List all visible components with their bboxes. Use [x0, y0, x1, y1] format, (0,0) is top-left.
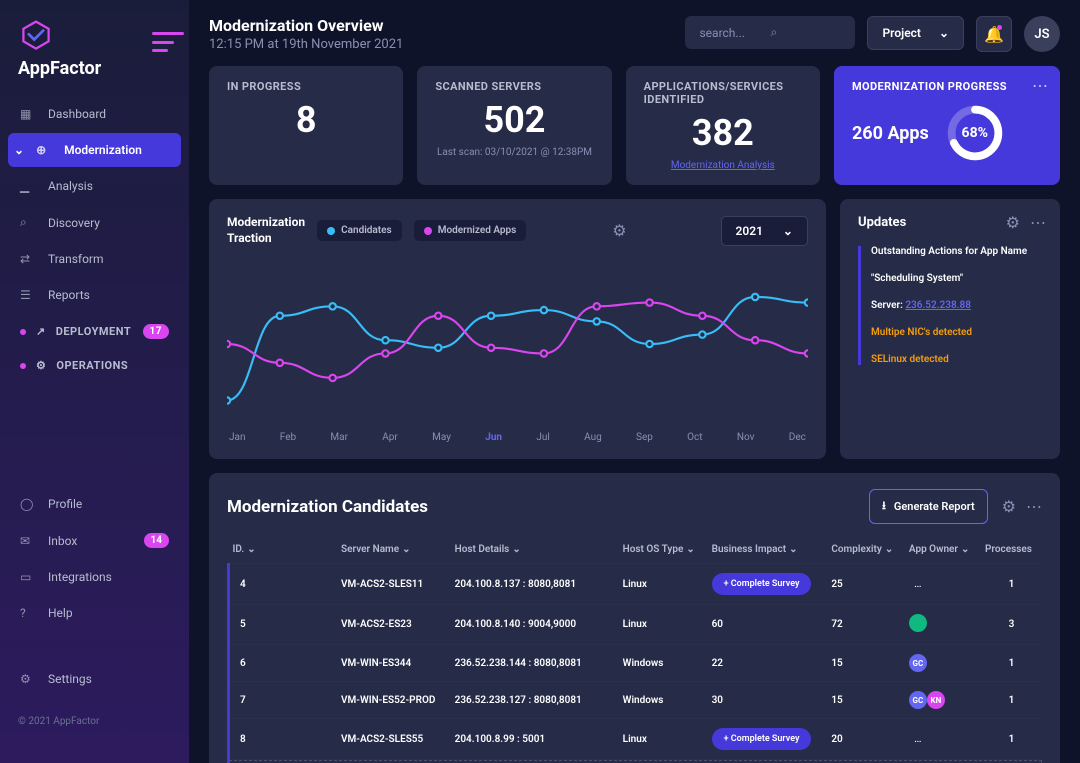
sidebar-section-operations[interactable]: ⚙OPERATIONS [8, 349, 181, 382]
col-os[interactable]: Host OS Type⌄ [619, 536, 708, 564]
card-menu-icon[interactable]: ⋯ [1032, 76, 1048, 95]
col-processes[interactable]: Processes [981, 536, 1042, 564]
chevron-down-icon: ⌄ [247, 544, 255, 555]
update-warning: SELinux detected [871, 354, 1042, 365]
update-item: "Scheduling System" [871, 273, 1042, 284]
year-selector[interactable]: 2021⌄ [721, 216, 808, 246]
table-row[interactable]: 7VM-WIN-ES52-PROD236.52.238.127 : 8080,8… [229, 682, 1043, 719]
deployment-badge: 17 [143, 324, 169, 339]
generate-report-button[interactable]: ⭳Generate Report [869, 489, 988, 524]
chevron-down-icon: ⌄ [789, 544, 797, 555]
chevron-down-icon: ⌄ [14, 143, 24, 157]
card-scanned-servers: SCANNED SERVERS 502 Last scan: 03/10/202… [417, 66, 611, 185]
col-impact[interactable]: Business Impact⌄ [708, 536, 828, 564]
mail-icon: ✉ [20, 534, 36, 548]
help-icon: ? [20, 606, 36, 620]
more-icon[interactable]: ⋯ [1026, 497, 1042, 516]
progress-donut: 68% [947, 105, 1003, 161]
card-in-progress: IN PROGRESS 8 [209, 66, 403, 185]
chart-title: Modernization Traction [227, 215, 305, 246]
sidebar-item-transform[interactable]: ⇄Transform [8, 242, 181, 276]
sidebar-item-dashboard[interactable]: ▦Dashboard [8, 97, 181, 131]
sidebar-item-settings[interactable]: ⚙Settings [8, 662, 181, 696]
table-row[interactable]: 6VM-WIN-ES344236.52.238.144 : 8080,8081W… [229, 645, 1043, 682]
card-progress: ⋯ MODERNIZATION PROGRESS 260 Apps 68% [834, 66, 1060, 185]
update-item: Outstanding Actions for App Name [871, 246, 1042, 257]
chart-icon: ▁ [20, 179, 36, 193]
sidebar-item-analysis[interactable]: ▁Analysis [8, 169, 181, 203]
chevron-down-icon: ⌄ [402, 544, 410, 555]
chevron-down-icon: ⌄ [961, 544, 969, 555]
col-owner[interactable]: App Owner⌄ [905, 536, 981, 564]
deploy-icon: ↗ [36, 325, 46, 338]
grid-icon: ▦ [20, 107, 36, 121]
sidebar-item-discovery[interactable]: ⌕Discovery [8, 205, 181, 240]
page-subtitle: 12:15 PM at 19th November 2021 [209, 37, 673, 52]
sidebar-item-help[interactable]: ?Help [8, 596, 181, 630]
chevron-down-icon: ⌄ [783, 224, 793, 238]
brand-name: AppFactor [18, 58, 171, 79]
update-warning: Multipe NIC's detected [871, 327, 1042, 338]
col-id[interactable]: ID.⌄ [229, 536, 338, 564]
user-avatar[interactable]: JS [1024, 16, 1060, 52]
sidebar-item-modernization[interactable]: ⌄⊕Modernization [8, 133, 181, 167]
legend-candidates[interactable]: Candidates [317, 220, 402, 241]
notifications-button[interactable]: 🔔 [976, 16, 1012, 52]
dot-icon [20, 329, 26, 335]
search-input[interactable]: search...⌕ [685, 16, 855, 49]
menu-toggle-icon[interactable] [152, 32, 184, 52]
complete-survey-button[interactable]: + Complete Survey [712, 573, 812, 595]
chevron-down-icon: ⌄ [885, 544, 893, 555]
chevron-down-icon: ⌄ [939, 26, 949, 40]
sidebar-item-inbox[interactable]: ✉Inbox14 [8, 523, 181, 558]
sidebar-item-profile[interactable]: ◯Profile [8, 487, 181, 521]
sidebar-item-reports[interactable]: ☰Reports [8, 278, 181, 312]
chart-x-axis: JanFebMarAprMayJunJulAugSepOctNovDec [227, 432, 808, 443]
more-icon[interactable]: ⋯ [1030, 213, 1046, 232]
sidebar-section-deployment[interactable]: ↗DEPLOYMENT17 [8, 314, 181, 349]
table-panel: Modernization Candidates ⭳Generate Repor… [209, 473, 1060, 763]
chevron-down-icon: ⌄ [512, 544, 520, 555]
progress-apps-label: 260 Apps [852, 123, 929, 144]
chart-settings-icon[interactable]: ⚙ [612, 221, 626, 240]
table-title: Modernization Candidates [227, 497, 428, 517]
project-selector[interactable]: Project⌄ [867, 16, 964, 50]
report-icon: ☰ [20, 288, 36, 302]
table-row[interactable]: 4VM-ACS2-SLES11204.100.8.137 : 8080,8081… [229, 564, 1043, 605]
update-item: Server: 236.52.238.88 [871, 300, 1042, 311]
puzzle-icon: ▭ [20, 570, 36, 584]
copyright-text: © 2021 AppFactor [0, 698, 189, 745]
dot-icon [20, 363, 26, 369]
gear-icon: ⚙ [20, 672, 36, 686]
logo-icon [18, 18, 171, 54]
modernization-analysis-link[interactable]: Modernization Analysis [644, 160, 802, 171]
gear-icon[interactable]: ⚙ [1002, 497, 1016, 516]
chart-canvas [227, 264, 808, 424]
server-ip-link[interactable]: 236.52.238.88 [905, 300, 971, 311]
user-icon: ◯ [20, 497, 36, 511]
chart-panel: Modernization Traction Candidates Modern… [209, 199, 826, 459]
bell-icon: 🔔 [984, 25, 1004, 44]
card-applications: APPLICATIONS/SERVICES IDENTIFIED 382 Mod… [626, 66, 820, 185]
inbox-badge: 14 [144, 533, 169, 548]
transform-icon: ⇄ [20, 252, 36, 266]
col-complexity[interactable]: Complexity⌄ [827, 536, 905, 564]
chevron-down-icon: ⌄ [686, 544, 694, 555]
sidebar-item-integrations[interactable]: ▭Integrations [8, 560, 181, 594]
search-placeholder: search... [699, 26, 770, 40]
search-icon: ⌕ [20, 215, 36, 230]
updates-panel: ⚙⋯ Updates Outstanding Actions for App N… [840, 199, 1060, 459]
table-row[interactable]: 5VM-ACS2-ES23204.100.8.140 : 9004,9000Li… [229, 605, 1043, 645]
gear-icon[interactable]: ⚙ [1006, 213, 1020, 232]
legend-modernized[interactable]: Modernized Apps [414, 220, 527, 241]
search-icon: ⌕ [770, 25, 841, 40]
download-icon: ⭳ [882, 497, 886, 516]
complete-survey-button[interactable]: + Complete Survey [712, 728, 812, 750]
page-title: Modernization Overview [209, 16, 673, 35]
ops-icon: ⚙ [36, 359, 46, 372]
col-host[interactable]: Host Details⌄ [451, 536, 619, 564]
speed-icon: ⊕ [36, 143, 52, 157]
table-row[interactable]: 8VM-ACS2-SLES55204.100.8.99 : 5001Linux+… [229, 719, 1043, 760]
col-server[interactable]: Server Name⌄ [337, 536, 451, 564]
